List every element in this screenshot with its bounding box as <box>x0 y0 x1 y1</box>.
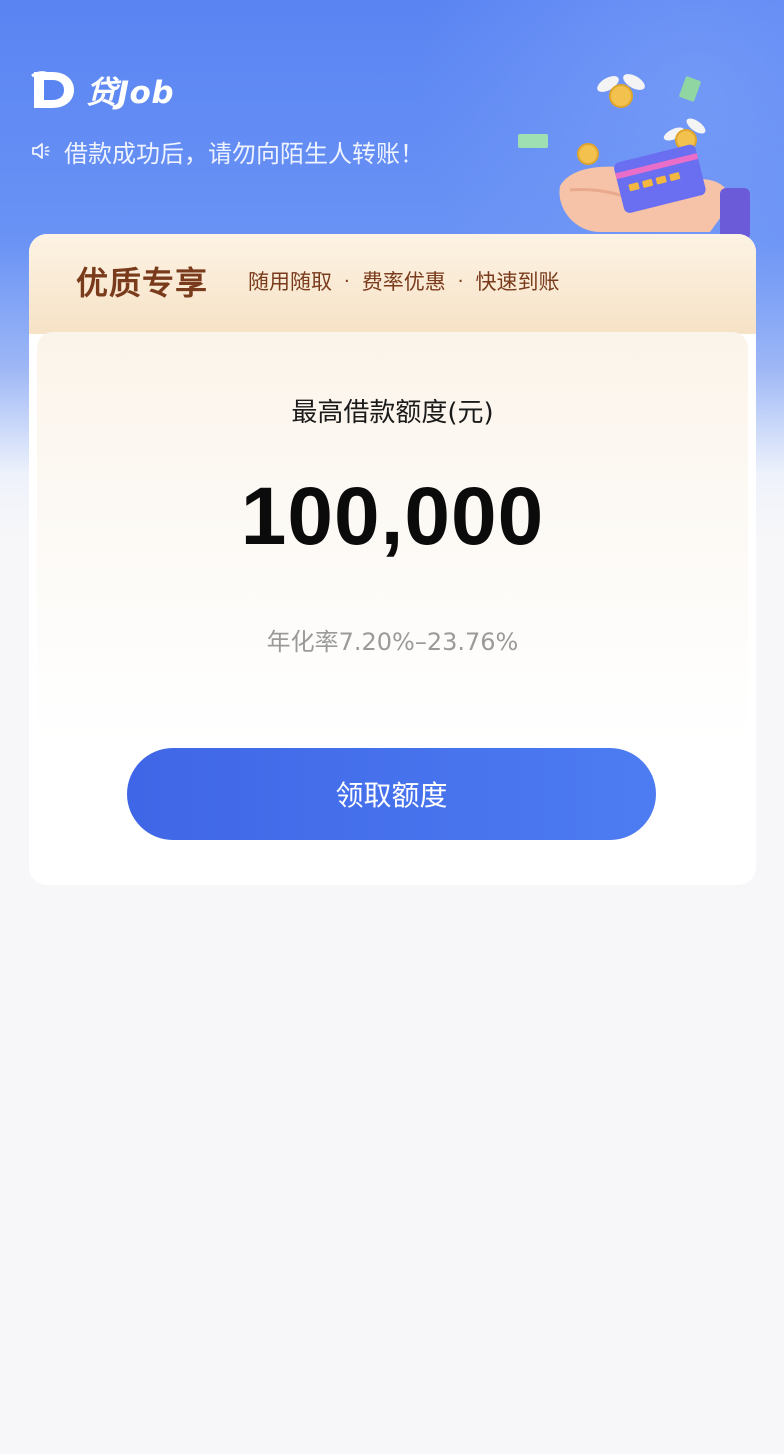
d-logo-icon <box>30 66 76 112</box>
limit-amount: 100,000 <box>240 471 545 562</box>
feature-tag: 随用随取 <box>248 270 332 294</box>
feature-tag: 费率优惠 <box>361 270 446 294</box>
security-notice: 借款成功后，请勿向陌生人转账！ <box>30 132 424 170</box>
hand-card-coins-illustration <box>510 60 784 240</box>
claim-limit-button[interactable]: 领取额度 <box>127 748 656 840</box>
card-header: 优质专享 随用随取 · 费率优惠 · 快速到账 <box>29 234 756 334</box>
tag-separator: · <box>457 270 464 292</box>
feature-tags: 随用随取 · 费率优惠 · 快速到账 <box>248 264 559 298</box>
loan-offer-card: 优质专享 随用随取 · 费率优惠 · 快速到账 最高借款额度(元) 100,00… <box>29 234 756 885</box>
card-body: 最高借款额度(元) 100,000 年化率7.20%–23.76% 领取额度 <box>37 332 748 877</box>
tag-separator: · <box>344 270 350 292</box>
card-title: 优质专享 <box>76 264 209 302</box>
limit-label: 最高借款额度(元) <box>291 398 494 428</box>
annual-rate: 年化率7.20%–23.76% <box>266 628 519 656</box>
feature-tag: 快速到账 <box>475 270 560 294</box>
speaker-icon <box>30 139 54 163</box>
brand-name: 贷Job <box>86 74 175 111</box>
notice-text: 借款成功后，请勿向陌生人转账！ <box>64 139 424 168</box>
brand-logo: 贷Job <box>30 66 174 112</box>
